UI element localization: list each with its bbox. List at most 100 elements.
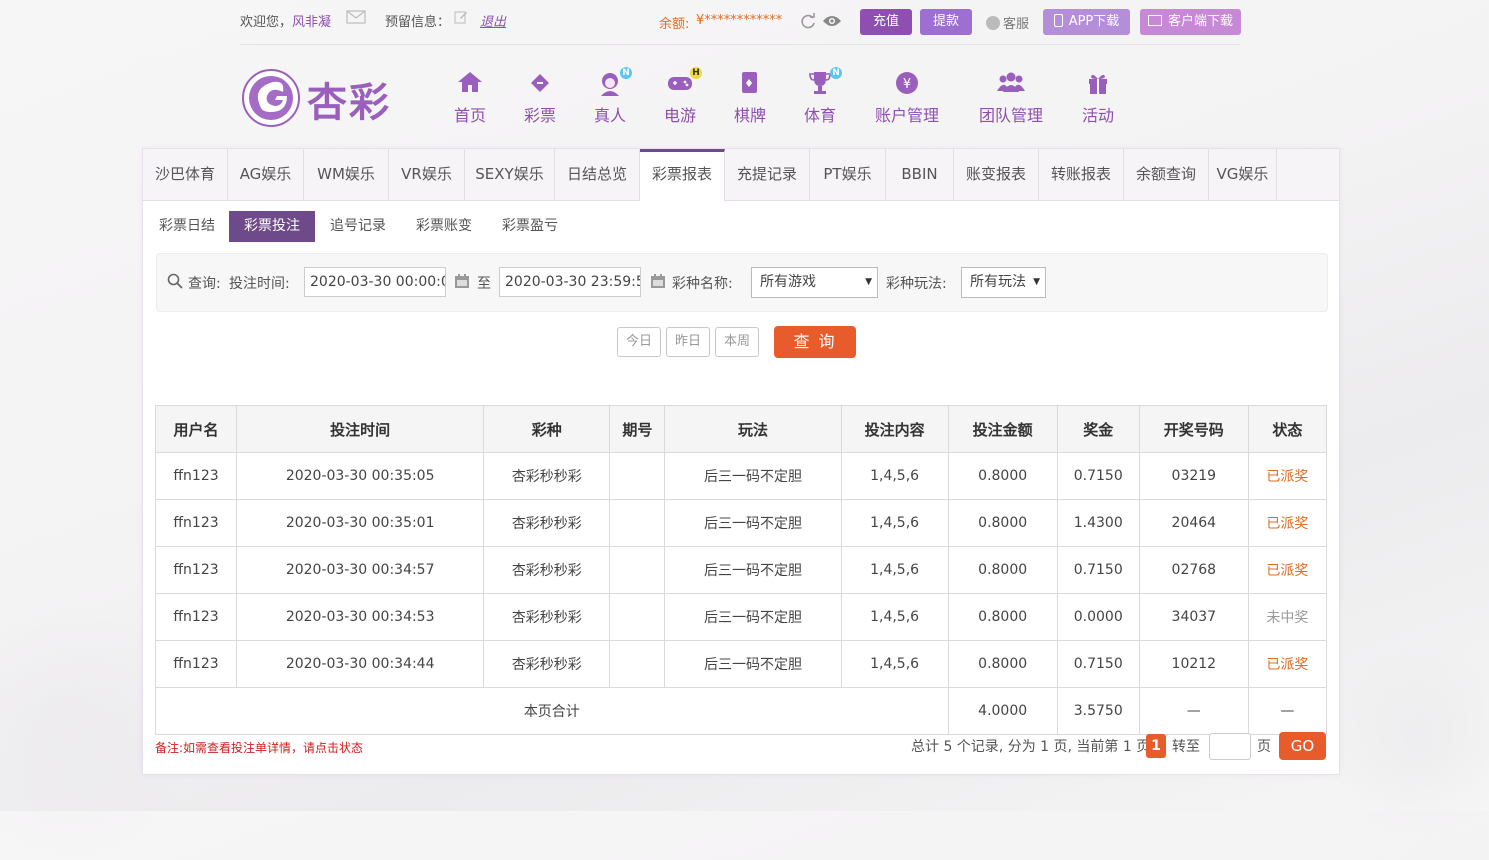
tab-vr[interactable]: VR娱乐	[389, 149, 465, 200]
monitor-icon	[1147, 15, 1162, 26]
cell-status[interactable]: 已派奖	[1247, 640, 1328, 688]
tab-sexy[interactable]: SEXY娱乐	[465, 149, 555, 200]
col-amount: 投注金额	[947, 405, 1058, 453]
mail-icon[interactable]	[346, 10, 366, 28]
play-select-value: 所有玩法	[970, 274, 1026, 290]
balance-value: ¥************	[696, 13, 783, 28]
cell-draw-number: 03219	[1138, 452, 1249, 500]
edit-icon[interactable]	[454, 10, 468, 28]
status-note: 备注:如需查看投注单详情，请点击状态	[155, 741, 364, 755]
start-time-input[interactable]: 2020-03-30 00:00:00	[304, 267, 446, 297]
jump-page-input[interactable]	[1209, 733, 1251, 760]
total-status: —	[1247, 687, 1328, 735]
cell-status[interactable]: 已派奖	[1247, 499, 1328, 547]
tab-pt[interactable]: PT娱乐	[810, 149, 886, 200]
nav-live[interactable]: N 真人	[592, 67, 632, 126]
this-week-button[interactable]: 本周	[715, 327, 759, 357]
to-label: 至	[477, 276, 491, 292]
cell-play: 后三一码不定胆	[664, 640, 842, 688]
cell-content: 1,4,5,6	[840, 499, 949, 547]
game-select[interactable]: 所有游戏 ▼	[751, 267, 878, 298]
col-lottery: 彩种	[483, 405, 611, 453]
logout-link[interactable]: 退出	[480, 11, 506, 30]
gamepad-icon: H	[662, 67, 702, 96]
cell-bonus: 0.7150	[1056, 452, 1140, 500]
cell-lottery: 杏彩秒秒彩	[483, 593, 611, 641]
balance-label: 余额:	[659, 17, 690, 32]
logo-text: 杏彩	[307, 79, 391, 126]
tab-daily-summary[interactable]: 日结总览	[555, 149, 640, 200]
cell-status[interactable]: 已派奖	[1247, 452, 1328, 500]
subtab-lottery-changes[interactable]: 彩票账变	[412, 211, 476, 242]
cell-play: 后三一码不定胆	[664, 452, 842, 500]
tab-lottery-report[interactable]: 彩票报表	[640, 149, 725, 201]
end-time-input[interactable]: 2020-03-30 23:59:59	[499, 267, 641, 297]
cell-bonus: 0.7150	[1056, 640, 1140, 688]
cell-lottery: 杏彩秒秒彩	[483, 499, 611, 547]
withdraw-button[interactable]: 提款	[920, 9, 972, 35]
recharge-button[interactable]: 充值	[860, 9, 912, 35]
site-logo[interactable]: 杏彩	[241, 68, 393, 130]
search-button[interactable]: 查 询	[774, 326, 856, 358]
app-download-label: APP下载	[1068, 14, 1120, 29]
go-button[interactable]: GO	[1279, 732, 1326, 760]
col-draw-number: 开奖号码	[1138, 405, 1249, 453]
subtab-lottery-bets[interactable]: 彩票投注	[229, 211, 315, 242]
service-link[interactable]: 客服	[986, 13, 1029, 32]
cell-content: 1,4,5,6	[840, 452, 949, 500]
col-play: 玩法	[664, 405, 842, 453]
tab-ag[interactable]: AG娱乐	[228, 149, 304, 200]
cell-status[interactable]: 已派奖	[1247, 546, 1328, 594]
cell-amount: 0.8000	[947, 499, 1058, 547]
calendar-icon[interactable]	[455, 274, 469, 288]
nav-label: 棋牌	[733, 106, 766, 125]
play-select[interactable]: 所有玩法 ▼	[961, 267, 1046, 298]
nav-promotions[interactable]: 活动	[1080, 70, 1116, 126]
nav-team[interactable]: 团队管理	[976, 70, 1046, 126]
total-draw-number: —	[1138, 687, 1249, 735]
tab-bbin[interactable]: BBIN	[886, 149, 954, 200]
nav-badge: N	[620, 67, 632, 79]
cell-bet-time: 2020-03-30 00:34:53	[236, 593, 485, 641]
subtab-lottery-daily[interactable]: 彩票日结	[155, 211, 219, 242]
tab-transfer-report[interactable]: 转账报表	[1039, 149, 1124, 200]
subtab-chase-records[interactable]: 追号记录	[326, 211, 390, 242]
query-label: 查询:	[188, 276, 221, 292]
nav-account[interactable]: ¥ 账户管理	[872, 70, 942, 126]
eye-icon[interactable]	[822, 14, 842, 32]
cell-bet-time: 2020-03-30 00:34:44	[236, 640, 485, 688]
tab-wm[interactable]: WM娱乐	[304, 149, 389, 200]
app-download-button[interactable]: APP下载	[1043, 9, 1130, 35]
tab-vg[interactable]: VG娱乐	[1209, 149, 1277, 200]
table-row: ffn123 2020-03-30 00:34:53 杏彩秒秒彩 后三一码不定胆…	[154, 593, 1328, 641]
today-button[interactable]: 今日	[617, 327, 661, 357]
nav-lottery[interactable]: 彩票	[522, 70, 558, 126]
yesterday-button[interactable]: 昨日	[666, 327, 710, 357]
cell-period	[609, 546, 666, 594]
cell-content: 1,4,5,6	[840, 593, 949, 641]
tab-balance-query[interactable]: 余额查询	[1124, 149, 1209, 200]
username[interactable]: 风非凝	[292, 15, 331, 30]
dealer-icon: N	[592, 67, 632, 96]
refresh-icon[interactable]	[799, 13, 817, 35]
search-icon	[167, 273, 183, 293]
tab-saba-sports[interactable]: 沙巴体育	[143, 149, 228, 200]
client-download-button[interactable]: 客户端下载	[1140, 9, 1241, 35]
cell-bonus: 0.0000	[1056, 593, 1140, 641]
tab-deposit-withdraw[interactable]: 充提记录	[725, 149, 810, 200]
cell-period	[609, 593, 666, 641]
nav-home[interactable]: 首页	[452, 70, 488, 126]
tab-account-change[interactable]: 账变报表	[954, 149, 1039, 200]
cell-status[interactable]: 未中奖	[1247, 593, 1328, 641]
reserved-info-label: 预留信息：	[385, 15, 451, 30]
nav-label: 活动	[1081, 106, 1114, 125]
cell-username: ffn123	[154, 499, 238, 547]
team-icon	[976, 70, 1046, 96]
bet-time-label: 投注时间:	[229, 276, 290, 292]
subtab-lottery-profit[interactable]: 彩票盈亏	[498, 211, 562, 242]
calendar-icon[interactable]	[651, 274, 665, 288]
nav-cards[interactable]: 棋牌	[732, 70, 768, 126]
nav-sports[interactable]: N 体育	[802, 67, 842, 126]
current-page[interactable]: 1	[1146, 734, 1166, 758]
nav-egames[interactable]: H 电游	[662, 67, 702, 126]
